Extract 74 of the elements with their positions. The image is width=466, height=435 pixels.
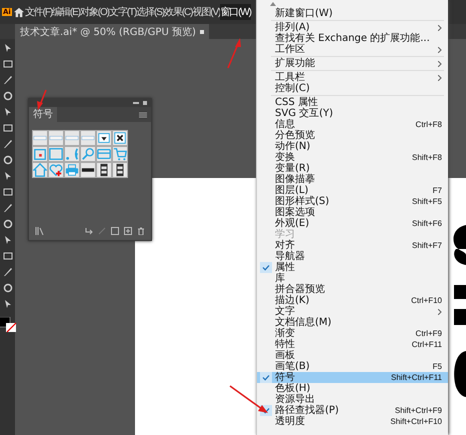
symbol-thumbnail[interactable] — [64, 130, 80, 146]
menu-item[interactable]: 导航器 — [257, 251, 448, 262]
menu-item[interactable]: 图层(L) F7 — [257, 185, 448, 196]
menu-item[interactable]: 图案选项 — [257, 207, 448, 218]
menu-item[interactable]: 文字 — [257, 306, 448, 317]
panel-tab[interactable]: 符号 — [29, 107, 57, 122]
menu-item[interactable]: 编辑(E) — [52, 4, 80, 20]
menu-item[interactable]: 对象(O) — [80, 4, 109, 20]
symbol-thumbnail[interactable] — [32, 162, 48, 178]
fill-stroke-icon[interactable] — [0, 317, 16, 333]
annotation-arrow — [227, 38, 241, 68]
menu-item[interactable]: CSS 属性 — [257, 97, 448, 108]
menu-item[interactable]: 图形样式(S) Shift+F5 — [257, 196, 448, 207]
document-tab[interactable]: 技术文章.ai* @ 50% (RGB/GPU 预览) — [15, 24, 209, 39]
symbol-thumbnail[interactable] — [64, 162, 80, 178]
menu-item[interactable]: 变换 Shift+F8 — [257, 152, 448, 163]
symbol-thumbnail[interactable] — [48, 146, 64, 162]
symbol-thumbnail[interactable] — [80, 146, 96, 162]
menu-icon[interactable] — [139, 112, 147, 118]
menu-item[interactable]: 信息 Ctrl+F8 — [257, 119, 448, 130]
menu-item[interactable]: 控制(C) — [257, 83, 448, 94]
menu-item[interactable]: 对齐 Shift+F7 — [257, 240, 448, 251]
symbol-thumbnail[interactable] — [64, 146, 80, 162]
scroll-up-icon[interactable] — [270, 2, 276, 6]
menu-item[interactable]: 资源导出 — [257, 394, 448, 405]
menu-item[interactable]: 工具栏 — [257, 72, 448, 83]
menu-item[interactable]: 窗口(W) — [220, 4, 251, 20]
annotation-arrow — [37, 90, 47, 110]
options-icon[interactable] — [111, 227, 119, 235]
symbol-thumbnail[interactable] — [80, 162, 96, 178]
menu-item[interactable]: 画笔(B) F5 — [257, 361, 448, 372]
menu-item[interactable]: 查找有关 Exchange 的扩展功能... — [257, 33, 448, 44]
menu-item[interactable]: 拼合器预览 — [257, 284, 448, 295]
place-icon[interactable] — [85, 227, 93, 235]
menu-item[interactable]: SVG 交互(Y) — [257, 108, 448, 119]
symbol-thumbnail[interactable] — [112, 146, 128, 162]
menu-item[interactable]: 选择(S) — [136, 4, 164, 20]
menu-item[interactable]: 文件(F) — [24, 4, 52, 20]
menu-item[interactable]: 特性 Ctrl+F11 — [257, 339, 448, 350]
menu-item[interactable]: 分色预览 — [257, 130, 448, 141]
menu-item[interactable]: 动作(N) — [257, 141, 448, 152]
menu-item[interactable]: 新建窗口(W) — [257, 8, 448, 19]
menu-item[interactable]: 工作区 — [257, 44, 448, 55]
annotation-arrow — [230, 385, 268, 413]
menu-item[interactable]: 文档信息(M) — [257, 317, 448, 328]
menu-item[interactable]: 排列(A) — [257, 22, 448, 33]
menu-item[interactable]: 色板(H) — [257, 383, 448, 394]
home-icon[interactable] — [14, 6, 24, 18]
symbol-thumbnail[interactable] — [112, 130, 128, 146]
menu-item[interactable]: 文字(T) — [108, 4, 136, 20]
symbol-thumbnail[interactable] — [96, 130, 112, 146]
symbol-thumbnail[interactable] — [80, 130, 96, 146]
symbol-thumbnail[interactable] — [32, 146, 48, 162]
menu-item[interactable]: 外观(E) Shift+F6 — [257, 218, 448, 229]
menu-item[interactable]: 画板 — [257, 350, 448, 361]
symbol-thumbnail[interactable] — [96, 146, 112, 162]
symbol-thumbnail[interactable] — [32, 130, 48, 146]
new-symbol-icon[interactable] — [124, 227, 132, 235]
menu-item[interactable]: 符号 Shift+Ctrl+F11 — [257, 372, 448, 383]
menu-item[interactable]: 变量(R) — [257, 163, 448, 174]
menu-item[interactable]: 扩展功能 — [257, 58, 448, 69]
menu-item[interactable]: 透明度 Shift+Ctrl+F10 — [257, 416, 448, 427]
library-icon[interactable] — [35, 227, 45, 235]
menu-item[interactable]: 效果(C) — [164, 4, 192, 20]
menu-item[interactable]: 渐变 Ctrl+F9 — [257, 328, 448, 339]
symbol-thumbnail[interactable] — [96, 162, 112, 178]
symbol-thumbnail[interactable] — [48, 130, 64, 146]
trash-icon[interactable] — [137, 227, 145, 235]
symbol-thumbnail[interactable] — [48, 162, 64, 178]
menu-item[interactable]: 描边(K) Ctrl+F10 — [257, 295, 448, 306]
menu-item[interactable]: 属性 — [257, 262, 448, 273]
symbol-thumbnail[interactable] — [112, 162, 128, 178]
menu-item[interactable]: 图像描摹 — [257, 174, 448, 185]
menu-item[interactable]: 库 — [257, 273, 448, 284]
